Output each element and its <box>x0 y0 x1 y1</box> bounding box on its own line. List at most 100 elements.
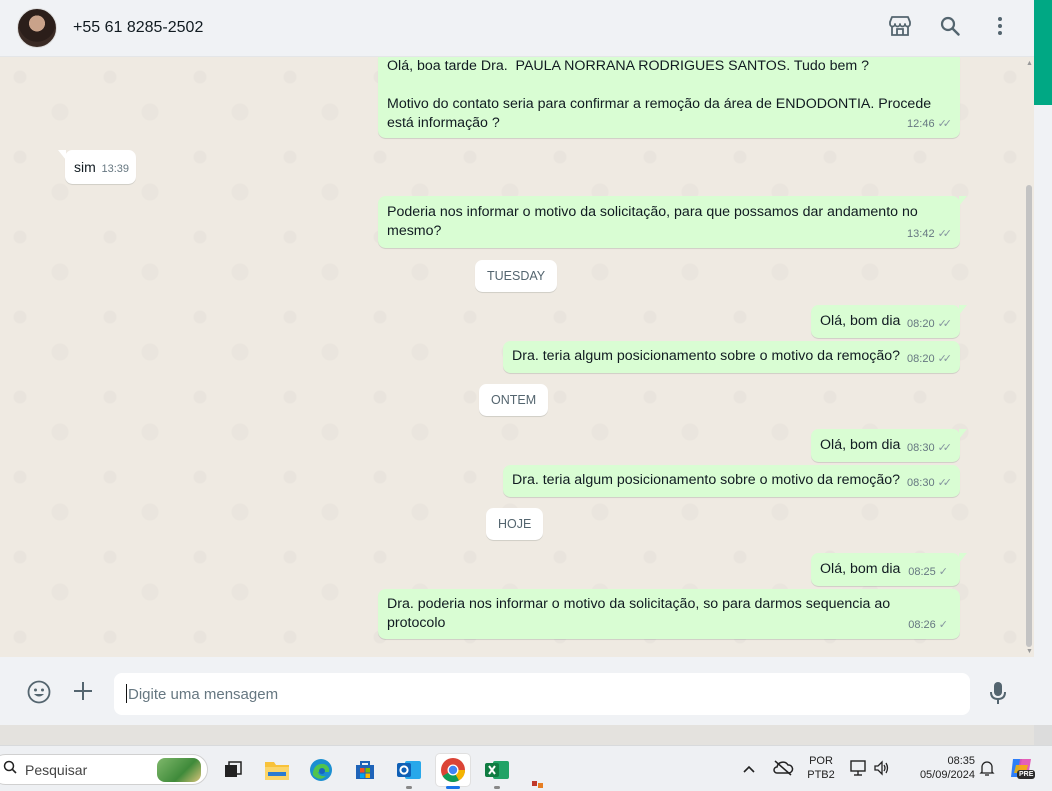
contact-avatar[interactable] <box>17 8 57 48</box>
app-accent-strip <box>1034 0 1052 105</box>
scroll-down-icon[interactable]: ▼ <box>1026 648 1033 655</box>
show-hidden-icons-icon[interactable] <box>742 761 756 779</box>
task-view-icon[interactable] <box>216 754 250 786</box>
language-code: POR <box>809 755 833 767</box>
more-options-icon[interactable] <box>988 14 1012 38</box>
search-highlight-image <box>157 758 201 782</box>
windows-taskbar: Pesquisar POR PTB2 08:35 05/09/2024 PRE <box>0 745 1052 791</box>
chrome-icon[interactable] <box>436 754 470 789</box>
message-outgoing[interactable]: Dra. poderia nos informar o motivo da so… <box>378 589 960 639</box>
volume-icon[interactable] <box>873 760 891 781</box>
clock-time: 08:35 <box>947 755 975 767</box>
message-text: Dra. teria algum posicionamento sobre o … <box>512 348 900 364</box>
message-meta: 08:20 ✓✓ <box>907 350 952 369</box>
message-text: Olá, bom dia <box>820 437 901 453</box>
microphone-icon[interactable] <box>988 680 1008 706</box>
clock-date: 05/09/2024 <box>919 769 975 781</box>
network-icon[interactable] <box>850 760 868 781</box>
message-meta: 08:20 ✓✓ <box>907 315 952 334</box>
search-icon[interactable] <box>938 14 962 38</box>
outlook-icon[interactable] <box>392 754 426 789</box>
message-time: 13:39 <box>101 163 129 175</box>
excel-icon[interactable] <box>480 754 514 789</box>
window-bottom-edge <box>0 725 1052 745</box>
double-check-icon: ✓✓ <box>937 118 953 130</box>
file-explorer-icon[interactable] <box>260 754 294 786</box>
text-caret <box>126 684 127 703</box>
double-check-icon: ✓✓ <box>937 353 953 365</box>
store-icon[interactable] <box>888 14 912 38</box>
message-text: sim <box>74 159 96 175</box>
message-meta: 08:25 ✓ <box>908 563 952 582</box>
attach-plus-icon[interactable] <box>72 680 94 702</box>
chat-scrollbar[interactable]: ▲ ▼ <box>1024 57 1034 657</box>
message-text: Poderia nos informar o motivo da solicit… <box>387 204 922 239</box>
date-separator: ONTEM <box>479 384 549 416</box>
double-check-icon: ✓✓ <box>937 318 953 330</box>
message-time: 12:46 <box>907 118 935 130</box>
double-check-icon: ✓✓ <box>937 442 953 454</box>
bubble-tail <box>58 150 66 160</box>
message-text: Olá, bom dia <box>820 561 901 577</box>
message-outgoing[interactable]: Dra. teria algum posicionamento sobre o … <box>503 465 960 497</box>
bubble-tail <box>959 429 967 439</box>
message-text: Olá, boa tarde Dra. PAULA NORRANA RODRIG… <box>387 58 932 131</box>
message-outgoing[interactable]: Olá, boa tarde Dra. PAULA NORRANA RODRIG… <box>378 57 960 138</box>
message-time: 08:25 <box>908 566 936 578</box>
date-separator: TUESDAY <box>475 260 558 292</box>
message-text: Dra. teria algum posicionamento sobre o … <box>512 472 900 488</box>
message-outgoing[interactable]: Dra. teria algum posicionamento sobre o … <box>503 341 960 373</box>
running-indicator <box>446 786 460 789</box>
taskbar-search[interactable]: Pesquisar <box>0 754 208 785</box>
notifications-icon[interactable] <box>979 759 995 782</box>
message-composer <box>0 657 1034 725</box>
message-incoming[interactable]: sim 13:39 <box>58 150 136 184</box>
copilot-icon[interactable]: PRE <box>1008 755 1036 783</box>
emoji-icon[interactable] <box>27 680 51 704</box>
double-check-icon: ✓✓ <box>937 477 953 489</box>
bubble-tail <box>959 196 967 206</box>
keyboard-layout: PTB2 <box>807 769 835 781</box>
scrollbar-thumb[interactable] <box>1026 185 1032 647</box>
input-language-indicator[interactable]: POR PTB2 <box>805 754 837 782</box>
pinned-app-icon[interactable] <box>532 780 544 791</box>
message-time: 13:42 <box>907 228 935 240</box>
message-meta: 12:46 ✓✓ <box>907 115 952 134</box>
running-indicator <box>494 786 500 789</box>
scroll-up-icon[interactable]: ▲ <box>1026 60 1033 67</box>
message-list[interactable]: Olá, boa tarde Dra. PAULA NORRANA RODRIG… <box>0 57 1034 657</box>
check-icon: ✓ <box>938 566 948 578</box>
message-time: 08:30 <box>907 442 935 454</box>
onedrive-paused-icon[interactable] <box>772 759 794 782</box>
message-input[interactable] <box>114 673 970 715</box>
message-outgoing[interactable]: Olá, bom dia 08:25 ✓ <box>811 553 967 586</box>
message-meta: 13:39 <box>101 160 129 179</box>
running-indicator <box>406 786 412 789</box>
date-separator: HOJE <box>486 508 544 540</box>
check-icon: ✓ <box>938 619 948 631</box>
message-outgoing[interactable]: Olá, bom dia 08:20 ✓✓ <box>811 305 967 338</box>
bubble-tail <box>959 553 967 563</box>
clock[interactable]: 08:35 05/09/2024 <box>903 754 975 782</box>
message-outgoing[interactable]: Poderia nos informar o motivo da solicit… <box>378 196 967 248</box>
header-actions <box>888 14 1012 38</box>
message-outgoing[interactable]: Olá, bom dia 08:30 ✓✓ <box>811 429 967 462</box>
message-meta: 13:42 ✓✓ <box>907 225 952 244</box>
copilot-badge: PRE <box>1017 770 1036 779</box>
taskbar-search-label: Pesquisar <box>25 761 88 778</box>
message-text: Olá, bom dia <box>820 313 901 329</box>
window-edge <box>1034 105 1052 745</box>
microsoft-store-icon[interactable] <box>348 754 382 786</box>
message-time: 08:20 <box>907 353 935 365</box>
search-icon <box>3 760 17 779</box>
message-meta: 08:26 ✓ <box>908 616 952 635</box>
message-text: Dra. poderia nos informar o motivo da so… <box>387 596 895 631</box>
message-time: 08:30 <box>907 477 935 489</box>
message-meta: 08:30 ✓✓ <box>907 474 952 493</box>
edge-browser-icon[interactable] <box>304 754 338 786</box>
double-check-icon: ✓✓ <box>937 228 953 240</box>
bubble-tail <box>959 305 967 315</box>
contact-name[interactable]: +55 61 8285-2502 <box>73 19 203 37</box>
message-time: 08:20 <box>907 318 935 330</box>
message-time: 08:26 <box>908 619 936 631</box>
